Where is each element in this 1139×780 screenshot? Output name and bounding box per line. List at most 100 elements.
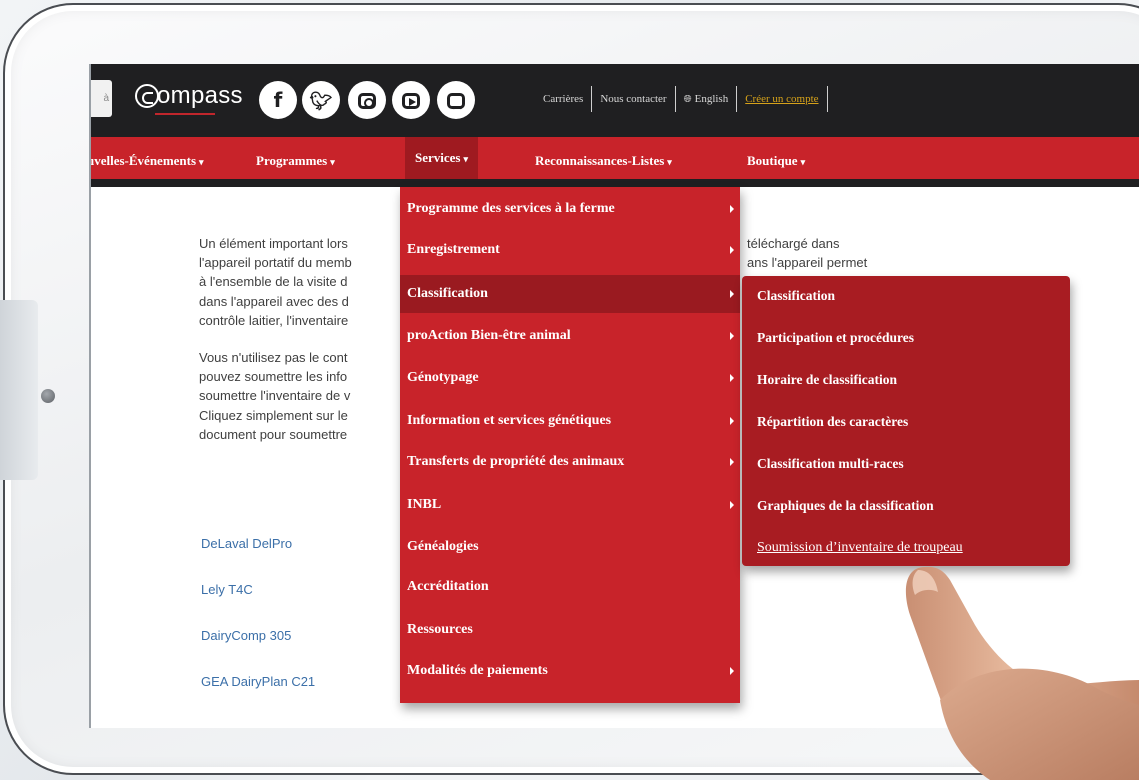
text-line: Cliquez simplement sur le xyxy=(199,407,348,423)
menu-label: Transferts de propriété des animaux xyxy=(407,454,625,469)
facebook-icon[interactable]: f xyxy=(259,81,297,119)
submenu-item-classification[interactable]: Classification xyxy=(757,288,835,304)
main-nav: uvelles-Événements ▾ Programmes ▾ Services… xyxy=(91,137,1139,187)
menu-label: Généalogies xyxy=(407,539,479,554)
chevron-right-icon xyxy=(730,374,734,382)
divider xyxy=(591,86,593,112)
menu-label: Programme des services à la ferme xyxy=(407,201,615,216)
link-dairycomp[interactable]: DairyComp 305 xyxy=(201,628,315,674)
submenu-item-horaire[interactable]: Horaire de classification xyxy=(757,372,897,388)
classification-submenu: Classification Participation et procédur… xyxy=(742,276,1070,566)
text-line: Vous n'utilisez pas le cont xyxy=(199,350,348,366)
caret-down-icon: ▾ xyxy=(800,157,806,167)
language-label: English xyxy=(694,93,729,105)
tablet-side-tab xyxy=(0,300,38,480)
nav-item-reconnaissances[interactable]: Reconnaissances-Listes ▾ xyxy=(535,153,672,169)
chevron-right-icon xyxy=(730,290,734,298)
chevron-right-icon xyxy=(730,667,734,675)
search-input[interactable]: à xyxy=(91,80,112,117)
link-gea[interactable]: GEA DairyPlan C21 xyxy=(201,674,315,720)
menu-item-inbl[interactable]: INBL xyxy=(400,486,740,524)
menu-item-transferts[interactable]: Transferts de propriété des animaux xyxy=(400,443,740,481)
nav-item-boutique[interactable]: Boutique ▾ xyxy=(747,153,805,169)
contact-link[interactable]: Nous contacter xyxy=(600,93,666,105)
menu-item-genotypage[interactable]: Génotypage xyxy=(400,359,740,397)
chevron-right-icon xyxy=(730,458,734,466)
flickr-icon[interactable] xyxy=(437,81,475,128)
menu-item-accreditation[interactable]: Accréditation xyxy=(400,568,740,606)
menu-item-services-ferme[interactable]: Programme des services à la ferme xyxy=(400,190,740,228)
browser-screen: à ompass f 🐦︎ Carrières Nous contacter 🌐… xyxy=(89,64,1139,728)
submenu-item-repartition[interactable]: Répartition des caractères xyxy=(757,414,908,430)
text-fragment: ans l'appareil permet xyxy=(747,255,868,270)
logo-c-mark xyxy=(135,84,159,108)
text-line: pouvez soumettre les info xyxy=(199,369,348,385)
caret-down-icon: ▾ xyxy=(330,157,335,167)
services-dropdown: Programme des services à la ferme Enregi… xyxy=(400,187,740,703)
instagram-icon[interactable] xyxy=(348,81,386,119)
logo-underline xyxy=(155,113,215,115)
menu-label: Classification xyxy=(407,286,488,301)
language-link[interactable]: 🌐︎ English xyxy=(684,93,729,105)
youtube-icon[interactable] xyxy=(392,81,430,119)
chevron-right-icon xyxy=(730,417,734,425)
text-line: l'appareil portatif du memb xyxy=(199,255,352,271)
text-line: Un élément important lors xyxy=(199,236,348,251)
menu-label: Génotypage xyxy=(407,370,479,385)
menu-label: Modalités de paiements xyxy=(407,663,548,678)
chevron-right-icon xyxy=(730,205,734,213)
text-line: soumettre l'inventaire de v xyxy=(199,388,351,404)
chevron-right-icon xyxy=(730,332,734,340)
tablet-home-button[interactable] xyxy=(41,389,55,403)
nav-label: Boutique xyxy=(747,153,798,168)
menu-label: Accréditation xyxy=(407,579,489,594)
caret-down-icon: ▾ xyxy=(199,157,204,167)
nav-item-services[interactable]: Services ▾ xyxy=(405,137,479,179)
nav-label: Services xyxy=(415,150,461,165)
submenu-item-soumission-inventaire[interactable]: Soumission d’inventaire de troupeau xyxy=(757,540,963,556)
top-links: Carrières Nous contacter 🌐︎ English Crée… xyxy=(543,85,836,113)
menu-label: Ressources xyxy=(407,622,473,637)
submenu-item-participation[interactable]: Participation et procédures xyxy=(757,330,914,346)
create-account-link[interactable]: Créer un compte xyxy=(745,93,818,105)
top-bar: à ompass f 🐦︎ Carrières Nous contacter 🌐… xyxy=(91,64,1139,137)
text-line: dans l'appareil avec des d xyxy=(199,293,349,309)
link-delaval[interactable]: DeLaval DelPro xyxy=(201,536,315,582)
text-fragment: téléchargé dans xyxy=(747,236,840,251)
globe-icon: 🌐︎ xyxy=(683,93,692,105)
menu-label: proAction Bien-être animal xyxy=(407,328,571,343)
nav-label: uvelles-Événements xyxy=(89,153,197,168)
submenu-item-multi-races[interactable]: Classification multi-races xyxy=(757,456,904,472)
menu-label: Information et services génétiques xyxy=(407,413,612,428)
divider xyxy=(736,86,738,112)
caret-down-icon: ▾ xyxy=(667,157,672,167)
nav-item-programmes[interactable]: Programmes ▾ xyxy=(256,153,335,169)
menu-item-enregistrement[interactable]: Enregistrement xyxy=(400,231,740,269)
nav-label: Reconnaissances-Listes xyxy=(535,153,665,168)
submenu-item-graphiques[interactable]: Graphiques de la classification xyxy=(757,498,934,514)
nav-label: Programmes xyxy=(256,153,328,168)
nav-item-nouvelles[interactable]: uvelles-Événements ▾ xyxy=(89,153,204,169)
text-line: document pour soumettre xyxy=(199,426,348,442)
menu-item-modalites-paiements[interactable]: Modalités de paiements xyxy=(400,652,740,690)
text-line: à l'ensemble de la visite d xyxy=(199,274,348,290)
menu-item-genealogies[interactable]: Généalogies xyxy=(400,528,740,566)
chevron-right-icon xyxy=(730,246,734,254)
divider xyxy=(674,86,676,112)
menu-item-information-genetiques[interactable]: Information et services génétiques xyxy=(400,402,740,440)
text-line: contrôle laitier, l'inventaire xyxy=(199,312,349,328)
menu-item-proaction[interactable]: proAction Bien-être animal xyxy=(400,317,740,355)
caret-down-icon: ▾ xyxy=(463,154,469,164)
menu-label: Enregistrement xyxy=(407,242,500,257)
software-links: DeLaval DelPro Lely T4C DairyComp 305 GE… xyxy=(201,536,315,720)
careers-link[interactable]: Carrières xyxy=(543,93,583,105)
menu-item-classification[interactable]: Classification xyxy=(400,275,740,313)
divider xyxy=(826,86,828,112)
menu-item-ressources[interactable]: Ressources xyxy=(400,611,740,649)
twitter-icon[interactable]: 🐦︎ xyxy=(302,81,340,119)
link-lely[interactable]: Lely T4C xyxy=(201,582,315,628)
logo-text: ompass xyxy=(157,82,243,109)
chevron-right-icon xyxy=(730,501,734,509)
compass-logo[interactable]: ompass xyxy=(135,82,243,115)
menu-label: INBL xyxy=(407,497,442,512)
